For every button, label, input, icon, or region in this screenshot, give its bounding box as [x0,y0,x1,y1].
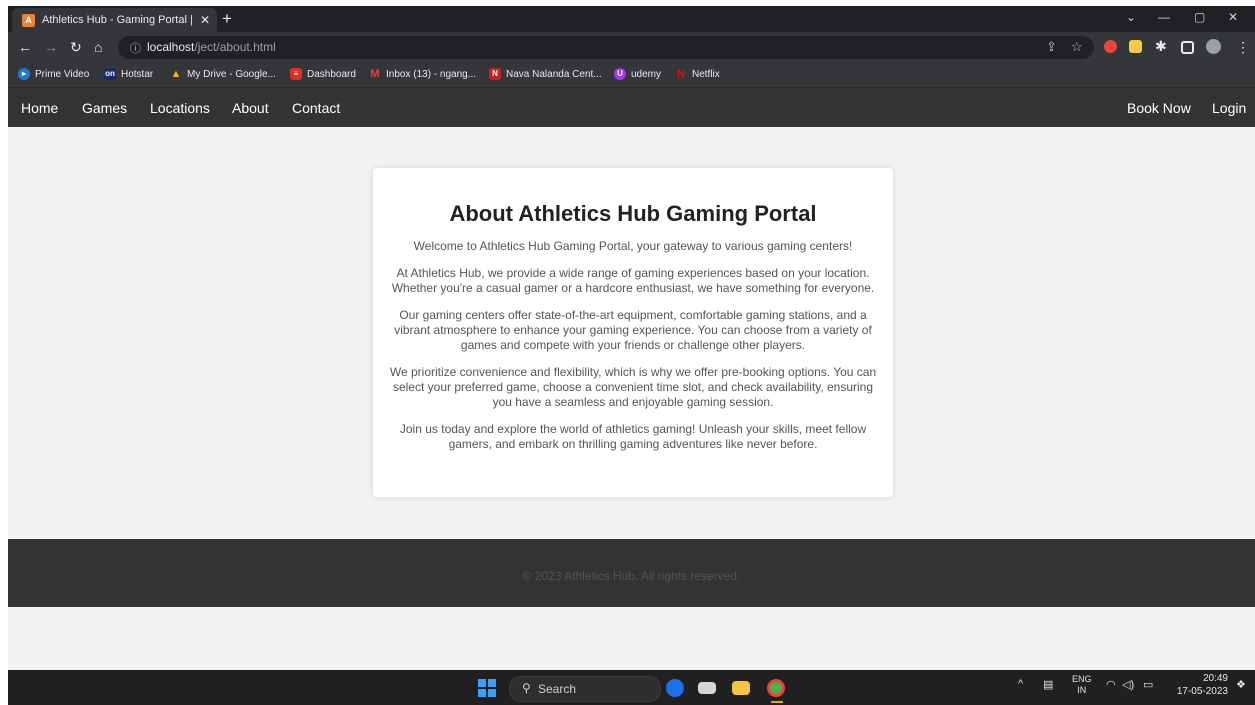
bookmark-label: Inbox (13) - ngang... [386,68,477,80]
prime-video-icon: ▸ [18,68,30,80]
extension-red-icon[interactable] [1104,40,1117,53]
nav-contact[interactable]: Contact [292,100,340,116]
windows-start-icon[interactable] [478,679,496,697]
udemy-icon: U [614,68,626,80]
search-icon: ⚲ [522,681,531,695]
extensions-puzzle-icon[interactable]: ✱ [1155,38,1167,54]
reload-icon[interactable]: ↻ [70,39,82,55]
file-explorer-icon[interactable] [732,681,750,695]
about-paragraph-experiences: At Athletics Hub, we provide a wide rang… [391,266,875,295]
browser-tab-active[interactable]: A Athletics Hub - Gaming Portal | A ✕ [12,8,217,32]
bookmarks-bar: ▸ Prime Video on Hotstar ▲ My Drive - Go… [8,63,1255,88]
page-title: About Athletics Hub Gaming Portal [449,201,817,226]
bookmark-label: Netflix [692,68,720,80]
tray-app-icon[interactable]: ▤ [1043,678,1053,691]
share-icon[interactable]: ⇪ [1046,39,1057,55]
clock-date: 17-05-2023 [1176,686,1228,697]
nava-nalanda-icon: N [489,68,501,80]
bookmark-label: Nava Nalanda Cent... [506,68,602,80]
chrome-icon[interactable] [767,679,785,697]
about-card: About Athletics Hub Gaming Portal Welcom… [373,168,893,497]
bookmark-label: Prime Video [35,68,90,80]
about-paragraph-centers: Our gaming centers offer state-of-the-ar… [394,308,872,352]
extension-yellow-icon[interactable] [1129,40,1142,53]
url-host: localhost [147,40,195,54]
url-text: localhost/ject/about.html [147,40,276,54]
new-tab-icon[interactable]: + [222,9,232,29]
bookmark-label: Dashboard [307,68,356,80]
bookmark-inbox[interactable]: M Inbox (13) - ngang... [369,68,476,80]
wifi-icon[interactable]: ◠ [1106,678,1116,691]
home-icon[interactable]: ⌂ [94,39,102,55]
footer-copyright: © 2023 Athletics Hub. All rights reserve… [522,569,741,583]
region-code: IN [1077,685,1087,695]
google-drive-icon: ▲ [170,68,182,80]
bookmark-label: udemy [631,68,662,80]
notification-icon[interactable]: ❖ [1236,678,1246,691]
language-indicator[interactable]: ENG IN [1072,674,1092,696]
browser-menu-icon[interactable]: ⋮ [1236,39,1250,55]
clock-time: 20:49 [1202,673,1228,684]
tray-chevron-icon[interactable]: ^ [1018,678,1023,690]
side-panel-icon[interactable] [1181,41,1194,54]
gmail-icon: M [370,68,380,80]
nav-games[interactable]: Games [82,100,127,116]
bookmark-my-drive[interactable]: ▲ My Drive - Google... [170,68,276,80]
bookmark-netflix[interactable]: N Netflix [675,68,720,80]
browser-tab-strip: A Athletics Hub - Gaming Portal | A ✕ + … [8,6,1255,32]
tab-search-icon[interactable]: ⌄ [1126,10,1136,24]
bookmark-prime-video[interactable]: ▸ Prime Video [18,68,89,80]
site-info-icon[interactable]: ⓘ [130,40,141,56]
address-bar[interactable]: ⓘ localhost/ject/about.html ⇪ ☆ [118,36,1094,59]
nav-locations[interactable]: Locations [150,100,210,116]
bookmark-dashboard[interactable]: ≡ Dashboard [290,68,356,80]
site-footer: © 2023 Athletics Hub. All rights reserve… [8,539,1255,607]
active-app-indicator [771,701,783,703]
nav-about[interactable]: About [232,100,269,116]
nav-login[interactable]: Login [1212,100,1246,116]
tab-title: Athletics Hub - Gaming Portal | A [42,14,192,26]
profile-avatar-icon[interactable] [1206,39,1221,54]
bookmark-nava-nalanda[interactable]: N Nava Nalanda Cent... [489,68,602,80]
bookmark-hotstar[interactable]: on Hotstar [104,68,153,80]
os-taskbar: ⚲ Search ^ ▤ ENG IN ◠ ◁) ▭ 20:49 17-05-2… [8,670,1255,705]
taskbar-search[interactable]: ⚲ Search [509,676,661,702]
site-favicon-icon: A [22,13,35,27]
minimize-icon[interactable]: — [1158,10,1170,24]
battery-icon[interactable]: ▭ [1143,678,1153,691]
language-code: ENG [1072,674,1092,684]
browser-toolbar: ← → ↻ ⌂ ⓘ localhost/ject/about.html ⇪ ☆ … [8,32,1255,63]
window-close-icon[interactable]: ✕ [1228,10,1238,24]
taskbar-search-label: Search [538,682,577,696]
restore-icon[interactable]: ▢ [1194,10,1205,24]
bookmark-udemy[interactable]: U udemy [614,68,661,80]
nav-book-now[interactable]: Book Now [1127,100,1191,116]
about-paragraph-welcome: Welcome to Athletics Hub Gaming Portal, … [413,239,853,253]
about-paragraph-join: Join us today and explore the world of a… [399,422,867,451]
hotstar-icon: on [104,68,116,80]
task-view-icon[interactable] [698,682,716,694]
nav-home[interactable]: Home [21,100,58,116]
about-paragraph-booking: We prioritize convenience and flexibilit… [389,365,877,409]
taskbar-clock[interactable]: 20:49 17-05-2023 [1168,672,1228,698]
bookmark-star-icon[interactable]: ☆ [1071,39,1083,55]
site-navbar: Home Games Locations About Contact Book … [8,88,1255,127]
volume-icon[interactable]: ◁) [1122,678,1134,691]
url-path: /ject/about.html [194,40,276,54]
screen: A Athletics Hub - Gaming Portal | A ✕ + … [8,6,1255,705]
bookmark-label: My Drive - Google... [187,68,276,80]
bing-icon[interactable] [666,679,684,697]
back-arrow-icon[interactable]: ← [18,39,32,55]
tab-close-icon[interactable]: ✕ [200,13,210,27]
forward-arrow-icon[interactable]: → [44,39,58,55]
bookmark-label: Hotstar [121,68,154,80]
netflix-icon: N [677,68,685,80]
dashboard-icon: ≡ [290,68,302,80]
